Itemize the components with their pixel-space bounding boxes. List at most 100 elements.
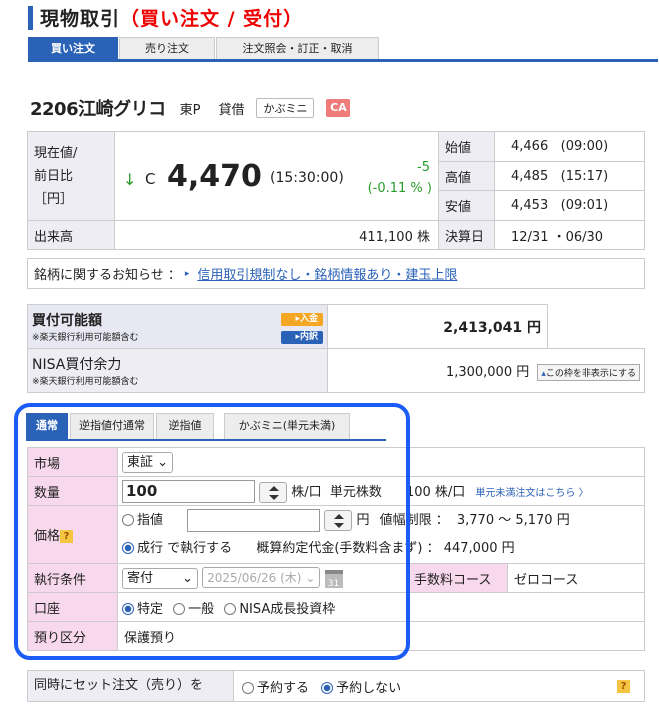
buy-power-label: 買付可能額	[32, 313, 102, 329]
set-order-label: 同時にセット注文（売り）を	[28, 671, 234, 701]
tab-sell-order[interactable]: 売り注文	[119, 37, 215, 59]
account-specific-label: 特定	[137, 601, 164, 617]
order-tab-underline	[26, 439, 386, 441]
tab-normal[interactable]: 通常	[26, 413, 68, 439]
condition-select[interactable]: 寄付 ⌄	[122, 568, 198, 589]
title-accent-bar	[28, 6, 33, 30]
account-nisa-label: NISA成長投資枠	[239, 601, 336, 617]
market-select[interactable]: 東証 ⌄	[122, 451, 174, 473]
exec-text: で執行する	[167, 540, 233, 556]
set-order-no-label: 予約しない	[336, 680, 402, 696]
help-icon[interactable]: ?	[60, 530, 74, 543]
tab-underline	[28, 59, 658, 62]
price-time: (15:30:00)	[270, 170, 344, 186]
fee-value: ゼロコース	[507, 563, 645, 593]
low-time: (09:01)	[560, 198, 609, 213]
order-type-tabs: 通常 逆指値付通常 逆指値 かぶミニ(単元未満)	[26, 413, 386, 439]
deposit-button[interactable]: ▸入金	[281, 312, 323, 326]
buy-power-amount: 2,413,041 円	[327, 304, 548, 349]
set-order-yes-radio[interactable]	[242, 682, 254, 694]
price-field-label: 価格	[34, 529, 61, 544]
chevron-down-icon: ⌄	[157, 454, 169, 470]
quantity-stepper[interactable]	[259, 481, 288, 503]
odd-lot-link[interactable]: 単元未満注文はこちら 〉	[475, 488, 588, 499]
custody-field-label: 預り区分	[27, 621, 118, 651]
set-order-row: 同時にセット注文（売り）を 予約する 予約しない ?	[27, 670, 645, 702]
market-order-radio[interactable]	[122, 542, 134, 554]
tab-stop[interactable]: 逆指値	[156, 413, 214, 439]
set-order-yes-label: 予約する	[257, 680, 310, 696]
limit-radio[interactable]	[122, 514, 134, 526]
high-price: 4,485	[511, 168, 549, 184]
link-arrow-icon: ▸	[184, 268, 190, 279]
limit-yen: 円	[356, 512, 370, 528]
low-price: 4,453	[511, 198, 549, 213]
estimate-value: 447,000 円	[443, 540, 515, 556]
balance-table: 買付可能額 ※楽天銀行利用可能額含む ▸入金 ▸内訳 2,413,041 円 N…	[27, 304, 645, 393]
limit-label: 指値	[137, 512, 164, 528]
set-order-no-radio[interactable]	[321, 682, 334, 694]
open-time: (09:00)	[560, 139, 609, 154]
open-price: 4,466	[511, 139, 549, 154]
settle-label: 決算日	[438, 220, 495, 250]
fee-label: 手数料コース	[407, 563, 508, 593]
calendar-icon[interactable]: 31	[324, 569, 343, 589]
tab-odd-lot[interactable]: かぶミニ(単元未満)	[224, 413, 350, 439]
cond-field-label: 執行条件	[27, 563, 118, 593]
open-label: 始値	[438, 131, 495, 162]
settle-value: 12/31 ・06/30	[494, 220, 645, 250]
market-order-label: 成行	[137, 540, 164, 556]
help-icon[interactable]: ?	[617, 679, 630, 693]
down-arrow-icon: ↓	[123, 170, 137, 189]
nisa-note: ※楽天銀行利用可能額含む	[32, 377, 139, 387]
account-field-label: 口座	[27, 592, 118, 622]
account-specific-radio[interactable]	[122, 603, 134, 615]
volume-label: 出来高	[27, 220, 115, 250]
hide-panel-button[interactable]: ▴この枠を非表示にする	[537, 363, 640, 381]
date-select[interactable]: 2025/06/26 (木) ⌄	[202, 567, 321, 588]
stock-name: 2206江崎グリコ	[30, 99, 166, 120]
unit-shares-label: 単元株数	[329, 484, 382, 500]
account-general-label: 一般	[188, 601, 215, 617]
tab-buy-order[interactable]: 買い注文	[28, 37, 118, 59]
nisa-amount: 1,300,000 円	[445, 364, 530, 380]
breakdown-button[interactable]: ▸内訳	[281, 330, 323, 344]
account-nisa-radio[interactable]	[224, 603, 237, 615]
chevron-down-icon: ⌄	[305, 571, 316, 585]
nisa-label: NISA買付余力	[32, 357, 122, 373]
high-label: 高値	[438, 161, 495, 191]
kabumini-badge[interactable]: かぶミニ	[256, 98, 315, 118]
limit-price-input[interactable]	[187, 508, 321, 532]
tab-order-inquiry[interactable]: 注文照会・訂正・取消	[216, 37, 379, 59]
qty-unit: 株/口	[291, 484, 322, 500]
chevron-down-icon: ⌄	[182, 571, 193, 586]
loan-label: 貸借	[218, 102, 245, 118]
qty-field-label: 数量	[27, 476, 118, 506]
market-label: 東P	[179, 102, 201, 118]
page-subtitle: （買い注文 / 受付）	[120, 8, 304, 30]
unit-label: ［円］	[34, 191, 74, 207]
custody-value: 保護預り	[117, 621, 645, 651]
order-form: 市場 東証 ⌄ 数量 100 株/口 単元株数 100 株/口 単元未満注文はこ…	[27, 447, 645, 651]
estimate-label: 概算約定代金(手数料含まず) ：	[256, 540, 440, 556]
range-value: 3,770 ～ 5,170 円	[456, 512, 570, 528]
high-time: (15:17)	[560, 168, 609, 184]
market-field-label: 市場	[27, 447, 118, 477]
limit-price-stepper[interactable]	[324, 509, 353, 531]
quantity-input[interactable]: 100	[122, 479, 255, 503]
tab-stop-with-normal[interactable]: 逆指値付通常	[70, 413, 154, 439]
volume-value: 411,100 株	[114, 220, 439, 250]
price-change: -5	[417, 160, 430, 175]
quote-table: 現在値/ 前日比 ［円］ ↓ C 4,470 (15:30:00) -5 (-0…	[27, 131, 645, 250]
notice-label: 銘柄に関するお知らせ ：	[34, 268, 181, 283]
notice-link[interactable]: 信用取引規制なし・銘柄情報あり・建玉上限	[197, 264, 457, 283]
close-flag: C	[145, 170, 156, 188]
ca-badge: CA	[326, 99, 351, 117]
unit-shares-value: 100 株/口	[405, 484, 466, 500]
stock-notice: 銘柄に関するお知らせ ： ▸ 信用取引規制なし・銘柄情報あり・建玉上限	[27, 258, 645, 289]
range-label: 値幅制限 ：	[379, 512, 449, 528]
buy-power-note: ※楽天銀行利用可能額含む	[32, 333, 139, 343]
stock-header: 2206江崎グリコ 東P 貸借 かぶミニ CA	[30, 95, 351, 121]
price-change-pct: (-0.11 % )	[367, 181, 432, 196]
account-general-radio[interactable]	[173, 603, 186, 615]
